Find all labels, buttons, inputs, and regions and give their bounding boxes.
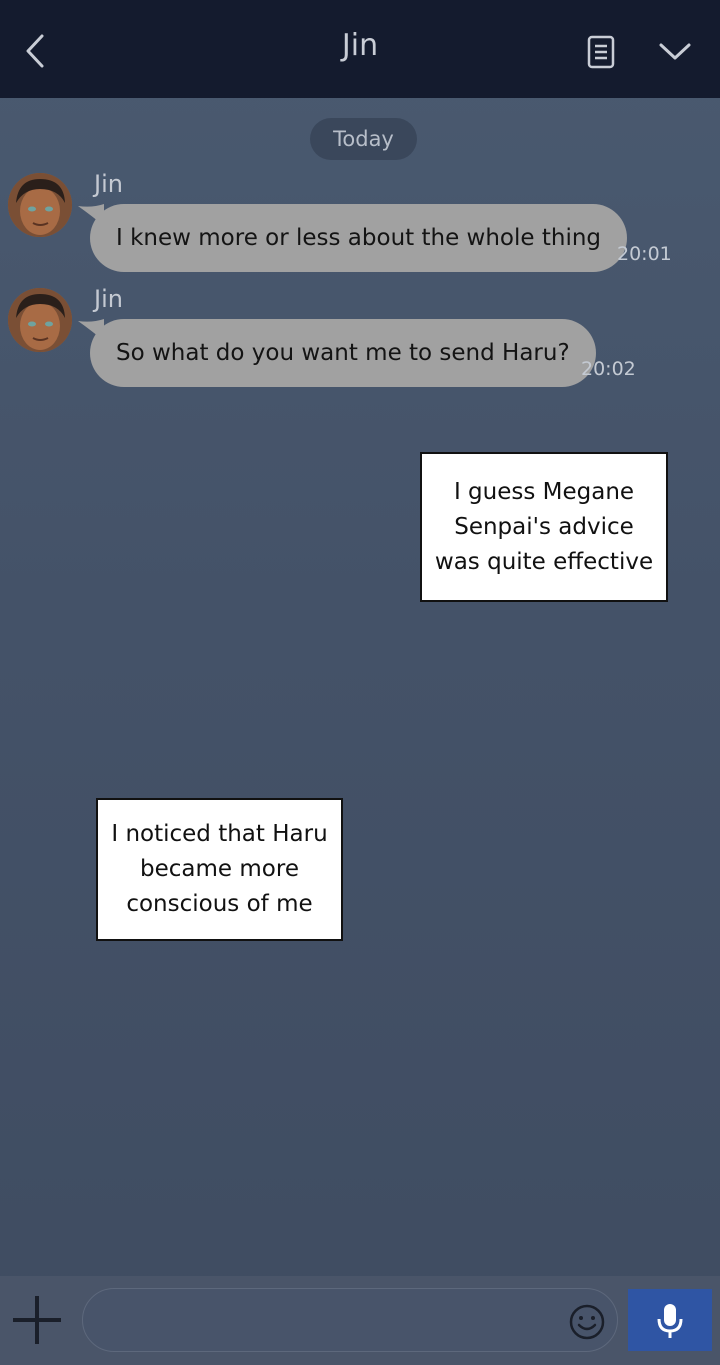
message-bubble[interactable]: I knew more or less about the whole thin… xyxy=(90,204,628,272)
date-divider: Today xyxy=(310,118,417,160)
notes-button[interactable] xyxy=(584,34,618,70)
narration-text: I noticed that Haru became more consciou… xyxy=(111,821,328,917)
chat-header: Jin xyxy=(0,0,720,98)
plus-icon xyxy=(13,1296,61,1344)
message-input[interactable] xyxy=(82,1288,618,1352)
message-time: 20:01 xyxy=(617,243,672,265)
smiley-icon xyxy=(569,1304,605,1340)
voice-button[interactable] xyxy=(628,1289,712,1351)
composer-bar xyxy=(0,1276,720,1365)
document-icon xyxy=(587,35,615,69)
narration-text: I guess Megane Senpai's advice was quite… xyxy=(434,478,654,575)
sender-name: Jin xyxy=(94,170,123,198)
message-time: 20:02 xyxy=(581,358,636,380)
emoji-button[interactable] xyxy=(568,1303,606,1341)
narration-box: I guess Megane Senpai's advice was quite… xyxy=(420,452,668,602)
narration-box: I noticed that Haru became more consciou… xyxy=(96,798,343,941)
attach-button[interactable] xyxy=(10,1293,64,1347)
avatar[interactable] xyxy=(8,288,72,352)
message-bubble[interactable]: So what do you want me to send Haru? xyxy=(90,319,596,387)
sender-name: Jin xyxy=(94,285,123,313)
collapse-button[interactable] xyxy=(656,36,694,66)
microphone-icon xyxy=(657,1304,683,1338)
chevron-down-icon xyxy=(659,43,691,60)
avatar[interactable] xyxy=(8,173,72,237)
